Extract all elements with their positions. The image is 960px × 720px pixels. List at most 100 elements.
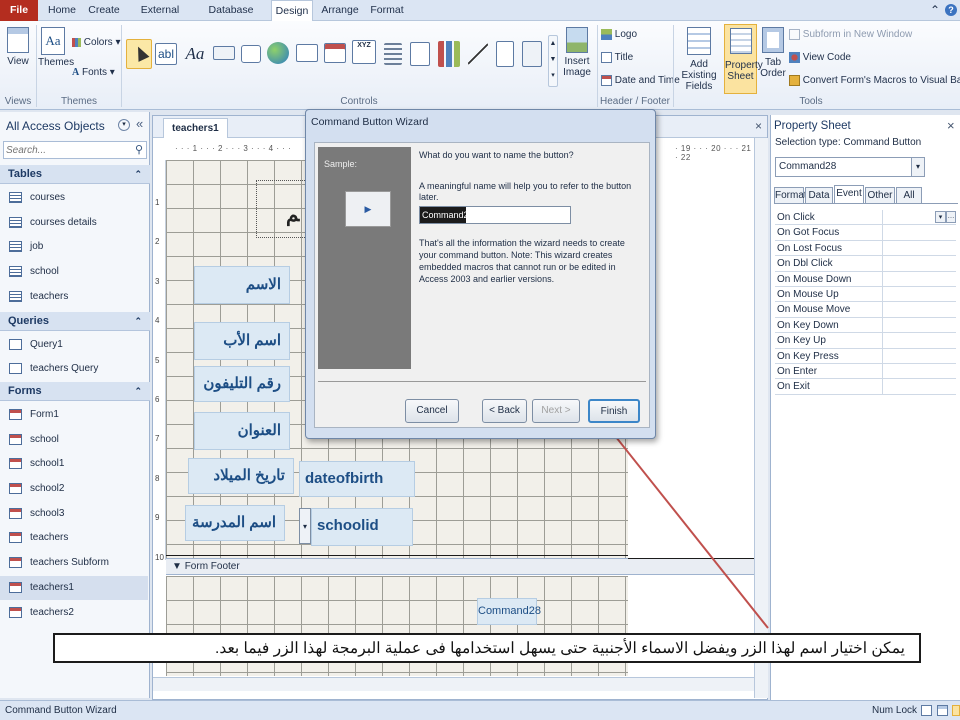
property-tab-event[interactable]: Event	[834, 185, 864, 203]
property-row[interactable]: On Key Up	[775, 333, 956, 349]
nav-search-box[interactable]: ⚲	[3, 141, 147, 159]
tab-design[interactable]: Design	[271, 0, 313, 22]
tab-arrange[interactable]: Arrange	[318, 0, 362, 21]
list-box-icon[interactable]	[522, 41, 542, 67]
field-schoolid[interactable]: schoolid	[311, 508, 413, 546]
nav-item-form[interactable]: teachers1	[0, 575, 148, 600]
label-school[interactable]: اسم المدرسة	[185, 505, 285, 541]
label-phone[interactable]: رقم التليفون	[194, 366, 290, 402]
nav-item-table[interactable]: school	[0, 260, 148, 284]
combo-dropdown-icon[interactable]: ▾	[299, 508, 311, 544]
nav-menu-icon[interactable]: ▾	[118, 119, 130, 131]
next-button[interactable]: Next >	[532, 399, 580, 423]
event-builder-icon[interactable]: …	[946, 211, 956, 223]
horizontal-scrollbar[interactable]	[153, 677, 767, 691]
nav-item-form[interactable]: teachers	[0, 526, 148, 550]
nav-item-form[interactable]: teachers2	[0, 601, 148, 625]
property-row[interactable]: On Lost Focus	[775, 240, 956, 257]
property-row[interactable]: On Mouse Move	[775, 302, 956, 318]
tab-format[interactable]: Format	[367, 0, 407, 21]
property-tab-other[interactable]: Other	[865, 187, 895, 203]
property-row[interactable]: On Mouse Up	[775, 287, 956, 303]
nav-item-form[interactable]: Form1	[0, 403, 148, 427]
nav-item-form[interactable]: school	[0, 428, 148, 452]
document-tab[interactable]: teachers1	[163, 118, 228, 138]
form-footer-bar[interactable]: ▼ Form Footer	[166, 558, 756, 575]
property-tab-all[interactable]: All	[896, 187, 922, 203]
chart-icon[interactable]	[438, 41, 460, 67]
design-view-icon[interactable]	[952, 705, 960, 716]
navigation-control-icon[interactable]	[324, 43, 346, 63]
add-existing-fields-button[interactable]: Add Existing Fields	[676, 27, 722, 92]
nav-item-table[interactable]: courses	[0, 186, 148, 210]
label-father-name[interactable]: اسم الأب	[194, 322, 290, 360]
nav-search-input[interactable]	[4, 142, 128, 158]
nav-item-query[interactable]: teachers Query	[0, 357, 148, 381]
colors-button[interactable]: Colors ▾	[72, 35, 121, 51]
hyperlink-globe-icon[interactable]	[267, 42, 289, 64]
nav-item-form[interactable]: teachers Subform	[0, 551, 148, 575]
tab-file[interactable]: File	[0, 0, 38, 21]
forms-header[interactable]: Forms ⌃	[0, 381, 150, 401]
back-button[interactable]: < Back	[482, 399, 527, 423]
queries-header[interactable]: Queries ⌃	[0, 311, 150, 331]
finish-button[interactable]: Finish	[588, 399, 640, 423]
text-box-icon[interactable]: abl	[155, 43, 177, 65]
property-row[interactable]: On Key Down	[775, 317, 956, 334]
label-address[interactable]: العنوان	[194, 412, 290, 450]
logo-button[interactable]: Logo	[601, 27, 637, 43]
search-icon[interactable]: ⚲	[135, 143, 143, 156]
property-row[interactable]: On Dbl Click	[775, 256, 956, 272]
shutter-bar-collapse-icon[interactable]: «	[136, 116, 143, 131]
themes-button[interactable]: Aa Themes	[38, 27, 74, 68]
nav-item-query[interactable]: Query1	[0, 333, 148, 357]
line-icon[interactable]	[468, 43, 488, 65]
property-row[interactable]: On Mouse Down	[775, 271, 956, 287]
title-button[interactable]: Title	[601, 50, 633, 66]
insert-image-button[interactable]: Insert Image	[560, 27, 594, 78]
subform-new-window-button[interactable]: Subform in New Window	[789, 27, 912, 43]
date-time-button[interactable]: Date and Time	[601, 73, 680, 89]
event-dropdown-icon[interactable]: ▾	[935, 211, 946, 223]
tab-database-tools[interactable]: Database Tools	[198, 0, 264, 37]
nav-item-table[interactable]: job	[0, 235, 148, 259]
web-browser-icon[interactable]	[296, 44, 318, 62]
label-birthdate[interactable]: تاريخ الميلاد	[188, 458, 294, 494]
property-tab-data[interactable]: Data	[805, 187, 833, 203]
label-name[interactable]: الاسم	[194, 266, 290, 304]
option-group-icon[interactable]: XYZ	[352, 40, 376, 64]
object-selector[interactable]: Command28 ▾	[775, 157, 925, 177]
tab-home[interactable]: Home	[44, 0, 80, 21]
property-row[interactable]: On Enter	[775, 364, 956, 380]
toggle-button-icon[interactable]	[496, 41, 514, 67]
button-name-input[interactable]	[419, 206, 571, 224]
collapse-chevron-icon[interactable]: ⌃	[134, 165, 142, 184]
page-break-icon[interactable]	[384, 43, 402, 65]
help-icon[interactable]: ?	[944, 0, 958, 21]
property-row[interactable]: On Click ▾…	[775, 210, 956, 226]
tab-external-data[interactable]: External Data	[130, 0, 190, 37]
view-code-button[interactable]: View Code	[789, 50, 851, 66]
property-sheet-button[interactable]: Property Sheet	[724, 24, 763, 94]
tab-order-button[interactable]: Tab Order	[759, 27, 787, 79]
fonts-button[interactable]: A Fonts ▾	[72, 65, 115, 81]
gallery-more-icon[interactable]: ▲ ▼ ▾	[548, 35, 558, 87]
logo-placeholder[interactable]	[256, 180, 311, 238]
minimize-ribbon-icon[interactable]: ⌃	[928, 0, 942, 21]
button-control-icon[interactable]	[213, 46, 235, 60]
vertical-scrollbar[interactable]	[754, 138, 768, 698]
field-dateofbirth[interactable]: dateofbirth	[299, 461, 415, 497]
nav-item-form[interactable]: school3	[0, 502, 148, 526]
form-view-icon[interactable]	[921, 705, 932, 716]
selector-chevron-down-icon[interactable]: ▾	[911, 158, 924, 176]
select-pointer-icon[interactable]	[126, 39, 152, 69]
tab-create[interactable]: Create	[86, 0, 122, 21]
close-property-sheet-icon[interactable]: ×	[947, 118, 955, 133]
tab-control-icon[interactable]	[241, 45, 261, 63]
property-row[interactable]: On Key Press	[775, 348, 956, 364]
label-icon[interactable]: Aa	[183, 43, 207, 65]
nav-item-form[interactable]: school2	[0, 477, 148, 501]
property-tab-format[interactable]: Format	[774, 187, 807, 203]
nav-title[interactable]: All Access Objects	[6, 119, 105, 133]
convert-macros-button[interactable]: Convert Form's Macros to Visual Basic	[789, 73, 960, 89]
